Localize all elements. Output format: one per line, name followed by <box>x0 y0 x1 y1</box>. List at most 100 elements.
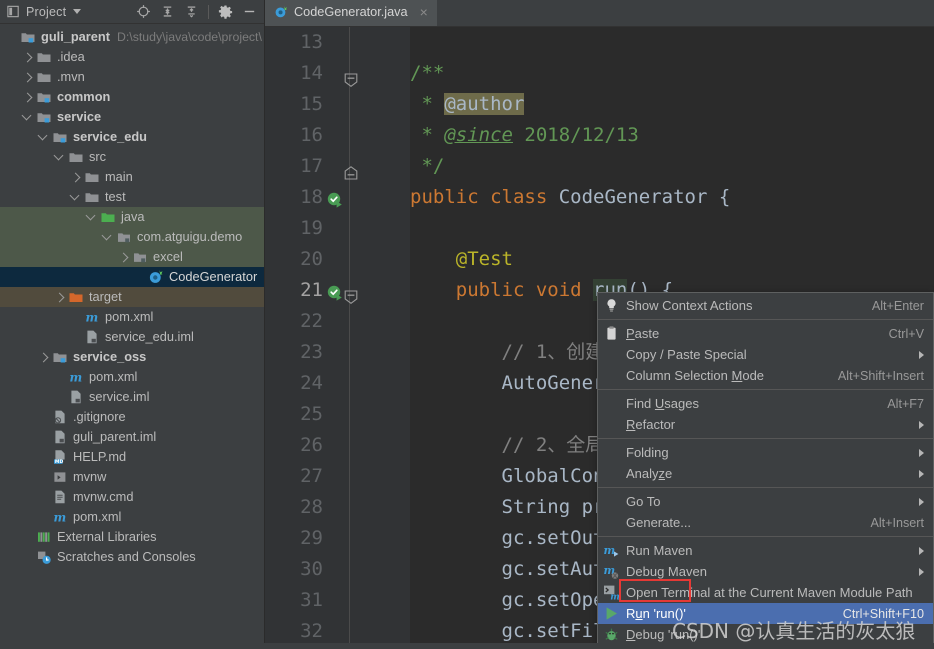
tree-node-test[interactable]: test <box>0 187 264 207</box>
code-text: String pr <box>410 492 605 523</box>
fold-marker[interactable] <box>344 283 358 304</box>
menu-item-folding[interactable]: Folding <box>598 442 933 463</box>
code-line-13[interactable]: 13 <box>265 27 934 58</box>
gutter-run-test-class[interactable] <box>327 189 345 210</box>
menu-item-go-to[interactable]: Go To <box>598 491 933 512</box>
code-line-20[interactable]: 20 @Test <box>265 244 934 275</box>
tree-node-help-md[interactable]: MD HELP.md <box>0 447 264 467</box>
tree-node-service-iml[interactable]: service.iml <box>0 387 264 407</box>
code-token: * <box>410 93 445 115</box>
chevron-right-icon[interactable] <box>22 52 33 63</box>
line-number: 28 <box>300 496 323 518</box>
menu-item-debug-maven[interactable]: m Debug Maven <box>598 561 933 582</box>
tree-node-excel[interactable]: excel <box>0 247 264 267</box>
fold-marker[interactable] <box>344 66 358 87</box>
fold-collapse-icon[interactable] <box>344 73 358 87</box>
tree-node-service-edu-iml[interactable]: service_edu.iml <box>0 327 264 347</box>
code-token: AutoGener <box>410 372 605 394</box>
menu-item-find-usages[interactable]: Find Usages Alt+F7 <box>598 393 933 414</box>
tree-node-target[interactable]: target <box>0 287 264 307</box>
run-test-method-icon[interactable] <box>327 285 345 303</box>
chevron-right-icon[interactable] <box>22 72 33 83</box>
menu-item-paste[interactable]: Paste Ctrl+V <box>598 323 933 344</box>
fold-collapse-icon[interactable] <box>344 290 358 304</box>
tree-node-pom-xml[interactable]: m pom.xml <box>0 367 264 387</box>
chevron-right-icon[interactable] <box>118 252 129 263</box>
editor-context-menu[interactable]: Show Context Actions Alt+Enter Paste Ctrl+V… <box>597 292 934 649</box>
code-line-18[interactable]: 18 public class CodeGenerator { <box>265 182 934 213</box>
menu-item-run-maven[interactable]: m Run Maven <box>598 540 933 561</box>
chevron-down-icon[interactable] <box>73 9 82 14</box>
minimize-icon[interactable] <box>242 4 257 19</box>
chevron-down-icon[interactable] <box>102 232 113 243</box>
tree-node-guli-parent[interactable]: guli_parent D:\study\java\code\project\ <box>0 27 264 47</box>
tree-node-mvnw[interactable]: mvnw <box>0 467 264 487</box>
tree-node-common[interactable]: common <box>0 87 264 107</box>
gutter-run-test-method[interactable] <box>327 282 345 303</box>
chevron-down-icon[interactable] <box>54 152 65 163</box>
chevron-down-icon[interactable] <box>38 132 49 143</box>
submenu-arrow-icon <box>919 497 924 506</box>
fold-marker[interactable] <box>344 159 358 180</box>
chevron-right-icon[interactable] <box>22 92 33 103</box>
code-token: GlobalCon <box>410 465 605 487</box>
gear-icon[interactable] <box>218 4 233 19</box>
chevron-down-icon[interactable] <box>22 112 33 123</box>
editor-tab-codegenerator[interactable]: CodeGenerator.java × <box>265 0 437 26</box>
menu-item-open-terminal-at-the-current-maven-module-path[interactable]: m Open Terminal at the Current Maven Modu… <box>598 582 933 603</box>
fold-end-icon[interactable] <box>344 166 358 180</box>
tree-node-codegenerator[interactable]: CodeGenerator <box>0 267 264 287</box>
chevron-down-icon[interactable] <box>70 192 81 203</box>
menu-item-refactor[interactable]: Refactor <box>598 414 933 435</box>
tree-node-com-atguigu-demo[interactable]: com.atguigu.demo <box>0 227 264 247</box>
chevron-right-icon[interactable] <box>54 292 65 303</box>
project-tree[interactable]: guli_parent D:\study\java\code\project\ .i… <box>0 24 264 567</box>
tree-node--mvn[interactable]: .mvn <box>0 67 264 87</box>
menu-item-column-selection-mode[interactable]: Column Selection Mode Alt+Shift+Insert <box>598 365 933 386</box>
run-test-class-icon[interactable] <box>327 192 345 210</box>
chevron-right-icon[interactable] <box>38 352 49 363</box>
tree-node-label: main <box>105 169 133 184</box>
menu-item-generate[interactable]: Generate... Alt+Insert <box>598 512 933 533</box>
tree-node-guli-parent-iml[interactable]: guli_parent.iml <box>0 427 264 447</box>
code-token: 2018/12/13 <box>512 124 639 146</box>
code-line-14[interactable]: 14 /** <box>265 58 934 89</box>
test-source-folder-icon <box>101 213 115 222</box>
menu-item-copy-paste-special[interactable]: Copy / Paste Special <box>598 344 933 365</box>
collapse-all-icon[interactable] <box>184 4 199 19</box>
code-text: AutoGener <box>410 368 605 399</box>
tree-node-label: pom.xml <box>105 309 154 324</box>
code-line-16[interactable]: 16 * @since 2018/12/13 <box>265 120 934 151</box>
menu-item-shortcut: Ctrl+V <box>888 326 924 341</box>
tree-node-scratches-and-consoles[interactable]: Scratches and Consoles <box>0 547 264 567</box>
tree-node-mvnw-cmd[interactable]: mvnw.cmd <box>0 487 264 507</box>
tree-node-pom-xml[interactable]: m pom.xml <box>0 307 264 327</box>
code-line-17[interactable]: 17 */ <box>265 151 934 182</box>
tree-node-src[interactable]: src <box>0 147 264 167</box>
menu-item-shortcut: Alt+Insert <box>870 515 924 530</box>
menu-item-show-context-actions[interactable]: Show Context Actions Alt+Enter <box>598 295 933 316</box>
menu-separator <box>598 438 933 439</box>
tree-node--gitignore[interactable]: .gitignore <box>0 407 264 427</box>
tree-node-external-libraries[interactable]: External Libraries <box>0 527 264 547</box>
tree-node-service[interactable]: service <box>0 107 264 127</box>
tree-node-main[interactable]: main <box>0 167 264 187</box>
menu-item-analyze[interactable]: Analyze <box>598 463 933 484</box>
code-line-15[interactable]: 15 * @author <box>265 89 934 120</box>
chevron-right-icon[interactable] <box>70 172 81 183</box>
expand-all-icon[interactable] <box>160 4 175 19</box>
tree-node--idea[interactable]: .idea <box>0 47 264 67</box>
tree-node-pom-xml[interactable]: m pom.xml <box>0 507 264 527</box>
tree-node-service-edu[interactable]: service_edu <box>0 127 264 147</box>
submenu-arrow-icon <box>919 448 924 457</box>
project-panel-title[interactable]: Project <box>6 4 82 19</box>
code-token: */ <box>410 155 445 177</box>
locate-icon[interactable] <box>136 4 151 19</box>
tree-node-service-oss[interactable]: service_oss <box>0 347 264 367</box>
tree-node-java[interactable]: java <box>0 207 264 227</box>
close-icon[interactable]: × <box>418 5 430 19</box>
code-line-19[interactable]: 19 <box>265 213 934 244</box>
chevron-down-icon[interactable] <box>86 212 97 223</box>
